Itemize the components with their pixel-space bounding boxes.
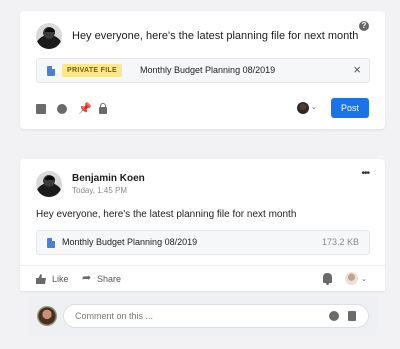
help-icon[interactable]: ? — [359, 21, 369, 31]
post-composer: Hey everyone, here's the latest planning… — [20, 11, 385, 129]
author-name[interactable]: Benjamin Koen — [72, 173, 145, 184]
attach-file-icon[interactable] — [348, 311, 356, 321]
share-icon[interactable]: ➦ — [82, 273, 91, 284]
file-name: Monthly Budget Planning 08/2019 — [62, 237, 198, 247]
file-size: 173.2 KB — [321, 237, 359, 247]
pin-icon[interactable]: 📌 — [78, 104, 92, 115]
composer-text[interactable]: Hey everyone, here's the latest planning… — [72, 30, 358, 42]
divider — [20, 265, 385, 266]
audience-avatar — [297, 102, 309, 114]
like-button[interactable]: Like — [52, 274, 69, 284]
private-file-badge: PRIVATE FILE — [62, 64, 123, 77]
attachment-name: Monthly Budget Planning 08/2019 — [140, 65, 276, 75]
file-icon — [47, 238, 55, 248]
like-icon[interactable] — [36, 274, 46, 284]
chevron-down-icon: ⌄ — [361, 276, 367, 283]
share-button[interactable]: Share — [97, 274, 121, 284]
audience-selector[interactable]: ⌄ — [297, 101, 319, 115]
bell-icon[interactable] — [323, 273, 332, 285]
comment-bar — [28, 296, 377, 336]
emoji-icon[interactable] — [57, 104, 67, 114]
comment-input[interactable] — [63, 304, 369, 328]
file-attachment[interactable]: Monthly Budget Planning 08/2019 173.2 KB — [36, 230, 370, 255]
author-avatar[interactable] — [36, 171, 62, 197]
file-icon — [47, 66, 55, 76]
remove-attachment-icon[interactable]: × — [353, 62, 361, 78]
document-icon[interactable] — [36, 104, 46, 114]
commenter-avatar — [37, 306, 57, 326]
chevron-down-icon: ⌄ — [311, 104, 317, 111]
attachment-row: PRIVATE FILE Monthly Budget Planning 08/… — [36, 58, 370, 83]
audience-avatar — [345, 272, 358, 285]
post-button[interactable]: Post — [331, 98, 369, 118]
user-avatar — [36, 23, 62, 49]
more-options-icon[interactable]: ••• — [361, 169, 369, 179]
post-timestamp: Today, 1:45 PM — [72, 186, 127, 195]
post-audience-selector[interactable]: ⌄ — [345, 272, 371, 286]
post-text: Hey everyone, here's the latest planning… — [36, 209, 297, 220]
lock-icon[interactable] — [99, 103, 107, 114]
feed-post: Benjamin Koen Today, 1:45 PM ••• Hey eve… — [20, 159, 385, 291]
emoji-icon[interactable] — [329, 311, 339, 321]
